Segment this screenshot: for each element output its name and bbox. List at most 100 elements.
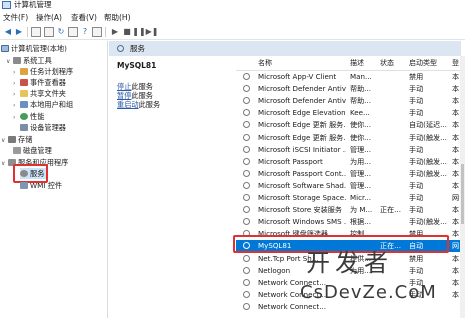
service-description: 使你... — [350, 120, 371, 130]
restart-service-link[interactable]: 重启动此服务 — [117, 100, 160, 109]
service-row[interactable]: Microsoft Edge 更新 服务... 使你... 手动(触发... 本 — [236, 132, 460, 144]
service-row[interactable]: Microsoft Defender Antiv... 帮助... 手动 本 — [236, 83, 460, 95]
chevron-down-icon[interactable]: ∨ — [1, 158, 8, 169]
gear-icon — [243, 85, 250, 93]
service-logon: 本 — [452, 289, 460, 299]
tree-event-viewer[interactable]: › 事件查看器 — [13, 77, 66, 88]
column-header-logon[interactable]: 登 — [452, 59, 459, 68]
tree-storage[interactable]: ∨ 存储 — [1, 134, 32, 145]
service-startup-type: 手动 — [409, 144, 424, 154]
service-row[interactable]: Microsoft App-V Client Man... 禁用 本 — [236, 71, 460, 83]
service-startup-type: 手动(触发... — [409, 168, 447, 178]
column-headers: 名称 描述 状态 启动类型 登 — [236, 56, 460, 71]
service-name: Microsoft Windows SMS ... — [258, 217, 346, 227]
watermark-url: CsDevZe.CoM — [300, 282, 437, 303]
service-description: 管理... — [350, 168, 371, 178]
forward-arrow-icon[interactable]: ▶ — [14, 27, 24, 37]
vertical-scrollbar[interactable] — [460, 56, 465, 318]
column-header-startup-type[interactable]: 启动类型 — [409, 59, 437, 68]
start-service-icon[interactable]: ▶ — [110, 27, 120, 37]
service-logon: 本 — [452, 96, 460, 106]
tree-device-manager[interactable]: 设备管理器 — [20, 122, 66, 133]
service-name: Microsoft iSCSI Initiator ... — [258, 144, 346, 154]
tree-root[interactable]: 计算机管理(本地) — [1, 43, 67, 54]
folder-icon — [20, 90, 28, 97]
tree-shared-folders[interactable]: › 共享文件夹 — [13, 88, 66, 99]
chevron-right-icon[interactable]: › — [13, 100, 20, 111]
column-header-name[interactable]: 名称 — [258, 59, 272, 68]
tree-system-tools[interactable]: ∨ 系统工具 — [6, 55, 52, 66]
service-startup-type: 手动 — [409, 193, 424, 202]
gear-icon — [243, 133, 250, 141]
service-row[interactable]: Microsoft iSCSI Initiator ... 管理... 手动 本 — [236, 144, 460, 156]
service-logon: 本 — [452, 253, 460, 263]
export-list-icon[interactable] — [68, 27, 78, 37]
stop-service-link[interactable]: 停止此服务 — [117, 82, 153, 91]
gear-icon — [243, 254, 250, 262]
gear-icon — [243, 278, 250, 286]
service-startup-type: 手动 — [409, 108, 424, 118]
service-row[interactable]: Microsoft Software Shad... 管理... 手动 本 — [236, 180, 460, 192]
tree-performance[interactable]: › 性能 — [13, 111, 44, 122]
tree-wmi-control[interactable]: WMI 控件 — [20, 180, 62, 191]
service-startup-type: 手动 — [409, 96, 424, 106]
menu-view[interactable]: 查看(V) — [71, 12, 97, 23]
chevron-down-icon[interactable]: ∨ — [6, 56, 13, 67]
service-description: 帮助... — [350, 96, 371, 106]
gear-icon — [243, 302, 250, 310]
service-description: 为 M... — [350, 205, 373, 215]
gear-icon — [243, 206, 250, 214]
refresh-icon[interactable]: ↻ — [56, 27, 66, 37]
service-name: Microsoft Store 安装服务 — [258, 205, 342, 215]
service-name: Network Connect... — [258, 301, 326, 311]
console-icon[interactable] — [44, 27, 54, 37]
service-row[interactable]: Microsoft Defender Antiv... 帮助... 手动 本 — [236, 95, 460, 107]
chevron-right-icon[interactable]: › — [13, 112, 20, 123]
service-description: 根据... — [350, 217, 371, 227]
gear-icon — [243, 157, 250, 165]
service-row[interactable]: Microsoft Edge Elevation... Kee... 手动 本 — [236, 107, 460, 119]
gear-icon — [243, 169, 250, 177]
column-header-description[interactable]: 描述 — [350, 59, 364, 68]
chevron-down-icon[interactable]: ∨ — [1, 135, 8, 146]
service-name: Microsoft Edge 更新 服务... — [258, 120, 346, 130]
pause-service-icon[interactable]: ❚❚ — [132, 27, 145, 37]
service-name: Microsoft App-V Client — [258, 72, 337, 81]
service-startup-type: 手动(触发... — [409, 132, 447, 142]
device-manager-icon — [20, 124, 28, 131]
column-header-status[interactable]: 状态 — [380, 59, 394, 68]
service-row[interactable]: Microsoft Edge 更新 服务... 使你... 自动(延迟... 本 — [236, 119, 460, 131]
service-row[interactable]: Microsoft Passport Cont... 管理... 手动(触发... 本 — [236, 168, 460, 180]
tree-task-scheduler[interactable]: › 任务计划程序 — [13, 66, 73, 77]
service-name: Microsoft Passport Cont... — [258, 168, 346, 178]
tree-local-users[interactable]: › 本地用户和组 — [13, 99, 73, 110]
service-row[interactable]: Microsoft Storage Space... Micr... 手动 网 — [236, 192, 460, 204]
properties-icon[interactable] — [92, 27, 102, 37]
gear-icon — [243, 218, 250, 226]
service-description: Man... — [350, 72, 372, 81]
service-logon: 本 — [452, 277, 460, 287]
service-logon: 本 — [452, 217, 460, 227]
scrollbar-thumb[interactable] — [461, 164, 464, 224]
pause-service-link[interactable]: 暂停此服务 — [117, 91, 153, 100]
service-row[interactable]: Microsoft Store 安装服务为 M... 正在... 手动 本 — [236, 204, 460, 216]
tree-disk-management[interactable]: 磁盘管理 — [13, 145, 52, 156]
service-row[interactable]: Microsoft Passport 为用... 手动(触发... 本 — [236, 156, 460, 168]
service-name: Microsoft Software Shad... — [258, 180, 346, 190]
performance-icon — [20, 113, 28, 120]
restart-service-icon[interactable]: ▶❚ — [146, 27, 159, 37]
gear-icon — [243, 290, 250, 298]
gear-icon — [243, 194, 250, 201]
back-arrow-icon[interactable]: ◀ — [3, 27, 13, 37]
service-logon: 本 — [452, 205, 460, 215]
show-hide-tree-icon[interactable] — [31, 27, 41, 37]
stop-service-icon[interactable]: ■ — [122, 27, 132, 37]
service-description: 管理... — [350, 144, 371, 154]
service-description: 帮助... — [350, 84, 371, 94]
menu-action[interactable]: 操作(A) — [36, 12, 62, 23]
service-row[interactable]: Microsoft Windows SMS ... 根据... 手动(触发... 本 — [236, 216, 460, 228]
help-icon[interactable]: ? — [80, 27, 90, 37]
event-viewer-icon — [20, 79, 28, 86]
menu-file[interactable]: 文件(F) — [3, 12, 28, 23]
menu-help[interactable]: 帮助(H) — [104, 12, 131, 23]
